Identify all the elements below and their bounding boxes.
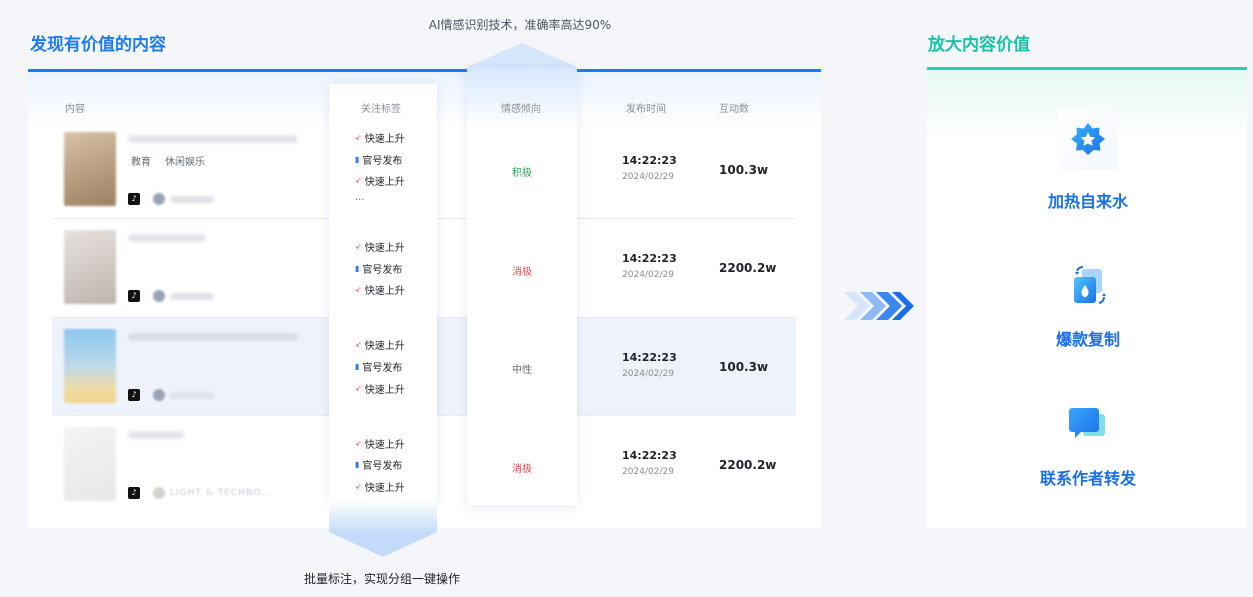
author-name-blurred: [170, 196, 214, 203]
engagement-count: 100.3w: [719, 163, 769, 177]
sentiment-badge: 积极: [512, 168, 532, 179]
tag-rising[interactable]: ➶ 快速上升: [355, 337, 405, 353]
douyin-icon: ♪: [128, 487, 140, 499]
amplify-section-title: 放大内容价值: [928, 35, 1030, 55]
content-thumbnail[interactable]: [64, 427, 116, 501]
sentiment-badge: 中性: [512, 365, 532, 376]
douyin-icon: ♪: [128, 389, 140, 401]
rocket-icon: ➶: [355, 438, 362, 448]
publish-date: 2024/02/29: [622, 369, 674, 379]
sentiment-badge: 消极: [512, 464, 532, 475]
tag-rising[interactable]: ➶ 快速上升: [355, 173, 405, 189]
avatar: [153, 290, 165, 302]
down-arrow-icon: [329, 532, 437, 557]
engagement-count: 2200.2w: [719, 458, 777, 472]
more-tags[interactable]: ...: [355, 192, 365, 203]
content-title-blurred: [128, 135, 298, 143]
content-title-blurred: [128, 333, 298, 341]
official-icon: ▮: [355, 459, 360, 469]
official-icon: ▮: [355, 263, 360, 273]
content-thumbnail[interactable]: [64, 230, 116, 304]
feature-label: 加热自来水: [1047, 192, 1128, 211]
tag-rising[interactable]: ➶ 快速上升: [355, 479, 405, 495]
tag-official[interactable]: ▮ 官号发布: [355, 457, 402, 473]
author-name-blurred: [170, 392, 214, 399]
column-header-sentiment: 情感倾向: [501, 104, 541, 115]
publish-time: 14:22:23: [622, 449, 677, 462]
rocket-icon: ➶: [355, 481, 362, 491]
tag-rising[interactable]: ➶ 快速上升: [355, 130, 405, 146]
publish-date: 2024/02/29: [622, 172, 674, 182]
triple-chevron-right-icon: [844, 292, 914, 320]
publish-date: 2024/02/29: [622, 270, 674, 280]
tag-official[interactable]: ▮ 官号发布: [355, 152, 402, 168]
chat-bubble-icon: [1058, 394, 1118, 454]
engagement-count: 100.3w: [719, 360, 769, 374]
publish-time: 14:22:23: [622, 154, 677, 167]
rocket-icon: ➶: [355, 132, 362, 142]
discover-section-title: 发现有价值的内容: [30, 35, 166, 55]
content-title-blurred: [128, 431, 184, 439]
rocket-icon: ➶: [355, 339, 362, 349]
category-tag: 教育: [131, 157, 151, 168]
feature-label: 爆款复制: [1055, 330, 1120, 349]
up-arrow-icon: [467, 43, 577, 67]
douyin-icon: ♪: [128, 193, 140, 205]
tag-official[interactable]: ▮ 官号发布: [355, 261, 402, 277]
feature-label: 联系作者转发: [1039, 469, 1136, 488]
avatar: [153, 389, 165, 401]
sentiment-badge: 消极: [512, 267, 532, 278]
douyin-icon: ♪: [128, 290, 140, 302]
rocket-icon: ➶: [355, 284, 362, 294]
official-icon: ▮: [355, 361, 360, 371]
ai-sentiment-caption: AI情感识别技术，准确率高达90%: [428, 18, 612, 32]
rocket-icon: ➶: [355, 175, 362, 185]
column-header-engagement: 互动数: [719, 104, 749, 115]
content-thumbnail[interactable]: [64, 132, 116, 206]
author-name-blurred: [170, 293, 214, 300]
publish-time: 14:22:23: [622, 351, 677, 364]
tag-rising[interactable]: ➶ 快速上升: [355, 436, 405, 452]
sentiment-column-card: [467, 67, 577, 505]
copy-refresh-icon: [1058, 255, 1118, 315]
star-badge-icon: [1058, 110, 1118, 170]
batch-label-arrow: [329, 500, 437, 532]
publish-date: 2024/02/29: [622, 467, 674, 477]
column-header-tags: 关注标签: [361, 104, 401, 115]
official-icon: ▮: [355, 154, 360, 164]
tag-rising[interactable]: ➶ 快速上升: [355, 282, 405, 298]
avatar: [153, 487, 165, 499]
rocket-icon: ➶: [355, 383, 362, 393]
content-title-blurred: [128, 234, 206, 242]
author-name: LIGHT & TECHNO...: [170, 488, 273, 498]
rocket-icon: ➶: [355, 241, 362, 251]
category-tag: 休闲娱乐: [165, 157, 205, 168]
engagement-count: 2200.2w: [719, 261, 777, 275]
content-thumbnail[interactable]: [64, 329, 116, 403]
avatar: [153, 193, 165, 205]
column-header-time: 发布时间: [626, 104, 666, 115]
publish-time: 14:22:23: [622, 252, 677, 265]
tag-rising[interactable]: ➶ 快速上升: [355, 239, 405, 255]
tag-rising[interactable]: ➶ 快速上升: [355, 381, 405, 397]
tag-official[interactable]: ▮ 官号发布: [355, 359, 402, 375]
batch-label-caption: 批量标注，实现分组一键操作: [303, 572, 460, 586]
column-header-content: 内容: [65, 104, 85, 115]
